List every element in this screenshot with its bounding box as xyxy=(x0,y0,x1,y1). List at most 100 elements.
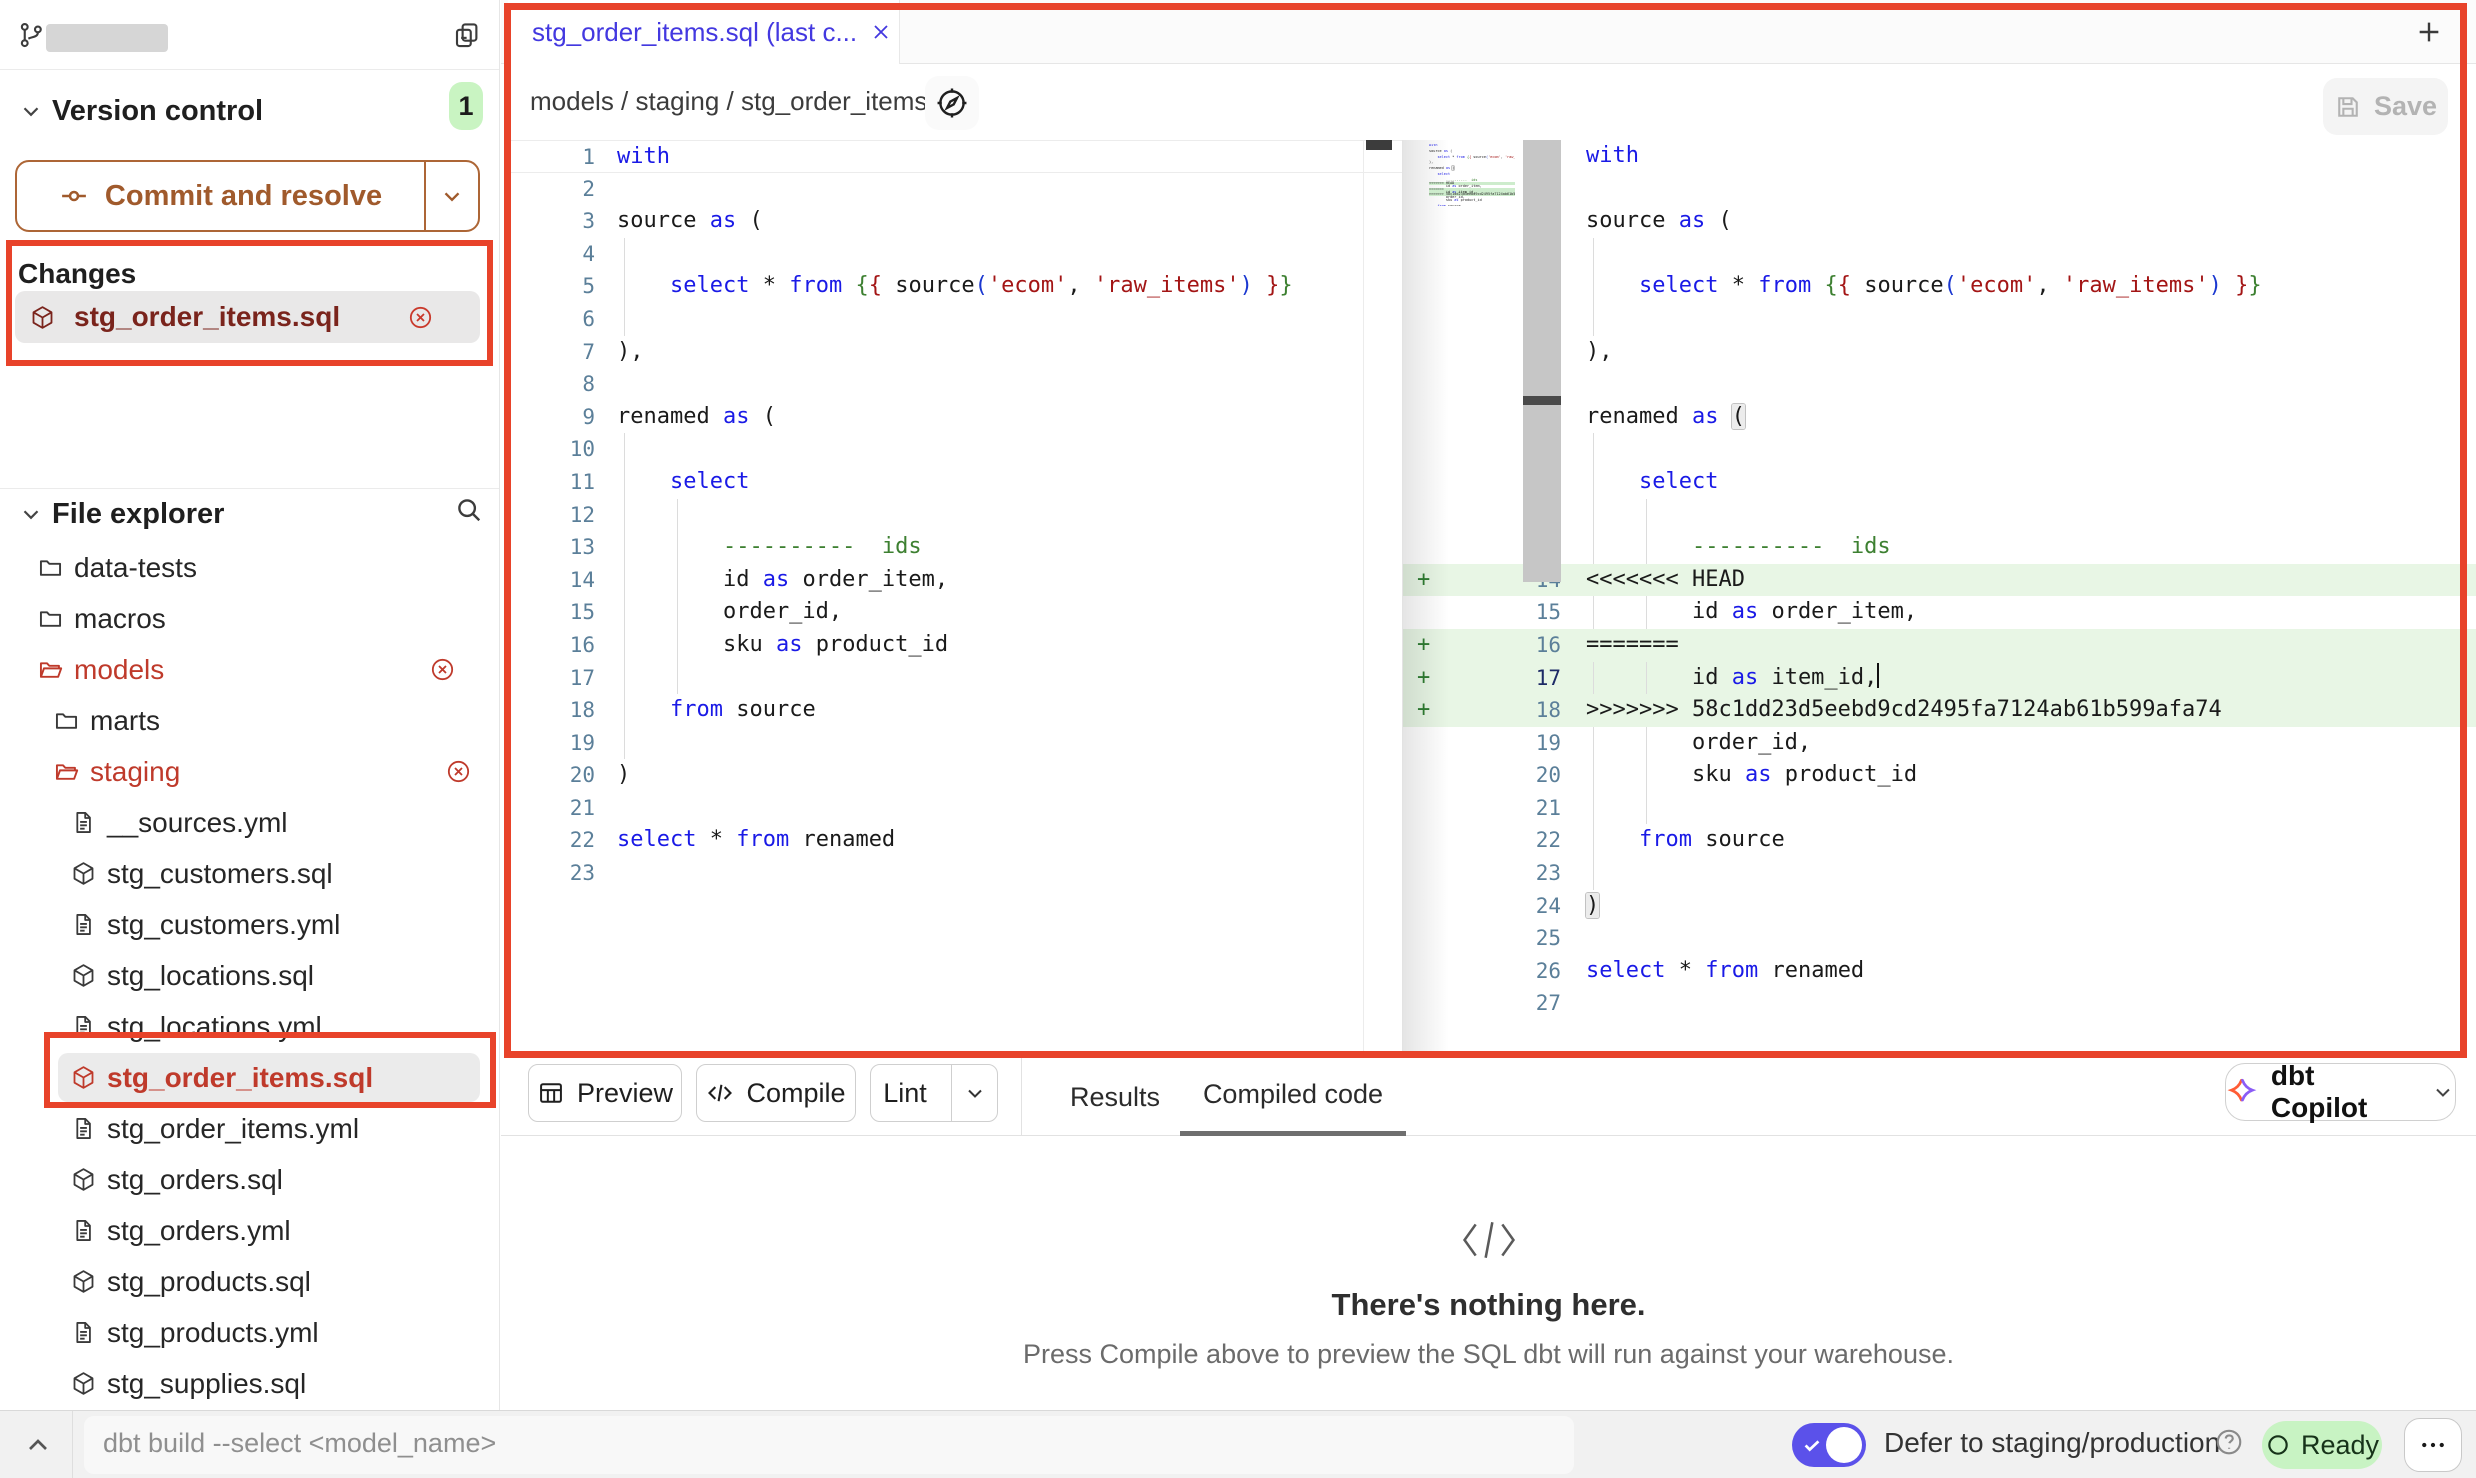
file-item-label: stg_locations.sql xyxy=(107,960,314,992)
tab-stg-order-items[interactable]: stg_order_items.sql (last c... xyxy=(508,0,900,64)
file-item-marts[interactable]: marts xyxy=(0,695,500,746)
folder-icon xyxy=(37,605,64,632)
commit-and-resolve-button[interactable]: Commit and resolve xyxy=(15,160,480,232)
code-line-14: +14<<<<<<< HEAD xyxy=(1403,564,2476,597)
lint-label: Lint xyxy=(871,1078,939,1109)
changed-file-name: stg_order_items.sql xyxy=(74,301,340,333)
code-line-17: +17 id as item_id, xyxy=(1403,662,2476,695)
lint-dropdown-button[interactable] xyxy=(951,1065,997,1121)
model-icon xyxy=(70,860,97,887)
code-line-25: 25 xyxy=(1403,922,2476,955)
lineage-button[interactable] xyxy=(925,76,979,130)
line-number: 26 xyxy=(1403,955,1561,988)
file-item-stg-customers-yml[interactable]: stg_customers.yml xyxy=(0,899,500,950)
model-icon xyxy=(70,1268,97,1295)
file-item-stg-products-yml[interactable]: stg_products.yml xyxy=(0,1307,500,1358)
line-number: 20 xyxy=(1403,759,1561,792)
chevron-up-icon[interactable] xyxy=(22,1429,54,1461)
sidebar: Version control 1 Commit and resolve Cha… xyxy=(0,0,500,1410)
discard-change-icon[interactable] xyxy=(429,656,456,683)
table-icon xyxy=(537,1079,565,1107)
save-button[interactable]: Save xyxy=(2323,78,2448,135)
file-item-stg-orders-yml[interactable]: stg_orders.yml xyxy=(0,1205,500,1256)
tab-compiled-code[interactable]: Compiled code xyxy=(1180,1058,1406,1136)
file-item--sources-yml[interactable]: __sources.yml xyxy=(0,797,500,848)
discard-change-icon[interactable] xyxy=(445,758,472,785)
output-panel: There's nothing here. Press Compile abov… xyxy=(501,1136,2476,1410)
commit-dropdown-button[interactable] xyxy=(424,162,478,230)
code-line-14: 14 id as order_item, xyxy=(508,564,1402,597)
changes-label: Changes xyxy=(18,258,136,290)
file-item-label: stg_locations.yml xyxy=(107,1011,322,1043)
file-item-stg-locations-sql[interactable]: stg_locations.sql xyxy=(0,950,500,1001)
ready-ring-icon xyxy=(2265,1432,2291,1458)
line-number: 8 xyxy=(508,368,595,401)
search-icon[interactable] xyxy=(454,495,484,525)
code-line-13: 13 ---------- ids xyxy=(1403,531,2476,564)
line-number: 22 xyxy=(508,824,595,857)
minimap[interactable]: with source as ( select * from {{ source… xyxy=(1429,144,1515,206)
code-line-1: 1with xyxy=(1403,140,2476,173)
code-line-18: 18 from source xyxy=(508,694,1402,727)
code-line-7: 7), xyxy=(1403,336,2476,369)
dbt-copilot-button[interactable]: dbt Copilot xyxy=(2225,1063,2456,1121)
code-line-6: 6 xyxy=(508,303,1402,336)
text-cursor xyxy=(1877,663,1879,688)
more-options-button[interactable] xyxy=(2404,1418,2462,1472)
changed-file-item[interactable]: stg_order_items.sql xyxy=(15,291,480,343)
file-item-stg-locations-yml[interactable]: stg_locations.yml xyxy=(0,1001,500,1052)
lint-button[interactable]: Lint xyxy=(870,1064,998,1122)
code-line-20: 20 sku as product_id xyxy=(1403,759,2476,792)
copy-icon[interactable] xyxy=(452,20,482,50)
compile-button[interactable]: Compile xyxy=(696,1064,856,1122)
status-badge-ready[interactable]: Ready xyxy=(2262,1421,2382,1469)
tab-results[interactable]: Results xyxy=(1050,1058,1180,1136)
file-item-stg-order-items-sql[interactable]: stg_order_items.sql xyxy=(0,1052,500,1103)
close-icon[interactable] xyxy=(869,20,893,44)
code-line-16: +16======= xyxy=(1403,629,2476,662)
line-number: 10 xyxy=(508,433,595,466)
chevron-down-icon xyxy=(963,1081,987,1105)
line-number: 18 xyxy=(508,694,595,727)
defer-toggle[interactable] xyxy=(1792,1423,1866,1467)
code-line-23: 23 xyxy=(508,857,1402,890)
code-line-21: 21 xyxy=(508,792,1402,825)
code-editor-left[interactable]: 1with23source as (45 select * from {{ so… xyxy=(508,140,1402,1058)
discard-change-icon[interactable] xyxy=(407,304,434,331)
code-line-5: 5 select * from {{ source('ecom', 'raw_i… xyxy=(508,270,1402,303)
command-input[interactable]: dbt build --select <model_name> xyxy=(84,1416,1574,1474)
line-number: 15 xyxy=(1403,596,1561,629)
breadcrumb: models / staging / stg_order_items.sql xyxy=(530,86,968,117)
ready-label: Ready xyxy=(2301,1430,2379,1461)
file-explorer-title: File explorer xyxy=(52,498,224,531)
code-line-15: 15 order_id, xyxy=(508,596,1402,629)
code-line-19: 19 xyxy=(508,727,1402,760)
line-number: 13 xyxy=(508,531,595,564)
left-scrollbar-thumb[interactable] xyxy=(1366,140,1392,150)
code-line-3: 3source as ( xyxy=(508,205,1402,238)
preview-button[interactable]: Preview xyxy=(528,1064,682,1122)
help-icon[interactable] xyxy=(2214,1427,2244,1457)
line-number: 27 xyxy=(1403,987,1561,1020)
code-editor-right[interactable]: 1with23source as (45 select * from {{ so… xyxy=(1402,140,2476,1058)
file-item-models[interactable]: models xyxy=(0,644,500,695)
folder-icon xyxy=(37,554,64,581)
right-scrollbar-track[interactable] xyxy=(1523,140,1561,582)
line-number: 21 xyxy=(1403,792,1561,825)
tab-title: stg_order_items.sql (last c... xyxy=(532,17,857,48)
code-line-4: 4 xyxy=(508,238,1402,271)
file-item-data-tests[interactable]: data-tests xyxy=(0,542,500,593)
file-item-stg-supplies-sql[interactable]: stg_supplies.sql xyxy=(0,1358,500,1409)
right-scrollbar-thumb[interactable] xyxy=(1523,396,1561,405)
version-control-header[interactable]: Version control 1 xyxy=(0,86,499,136)
file-item-stg-customers-sql[interactable]: stg_customers.sql xyxy=(0,848,500,899)
file-explorer-header[interactable]: File explorer xyxy=(0,488,499,538)
file-item-stg-orders-sql[interactable]: stg_orders.sql xyxy=(0,1154,500,1205)
file-item-macros[interactable]: macros xyxy=(0,593,500,644)
new-tab-button[interactable] xyxy=(2413,16,2445,48)
line-number: 21 xyxy=(508,792,595,825)
file-item-stg-products-sql[interactable]: stg_products.sql xyxy=(0,1256,500,1307)
file-item-stg-order-items-yml[interactable]: stg_order_items.yml xyxy=(0,1103,500,1154)
file-item-label: macros xyxy=(74,603,166,635)
file-item-staging[interactable]: staging xyxy=(0,746,500,797)
